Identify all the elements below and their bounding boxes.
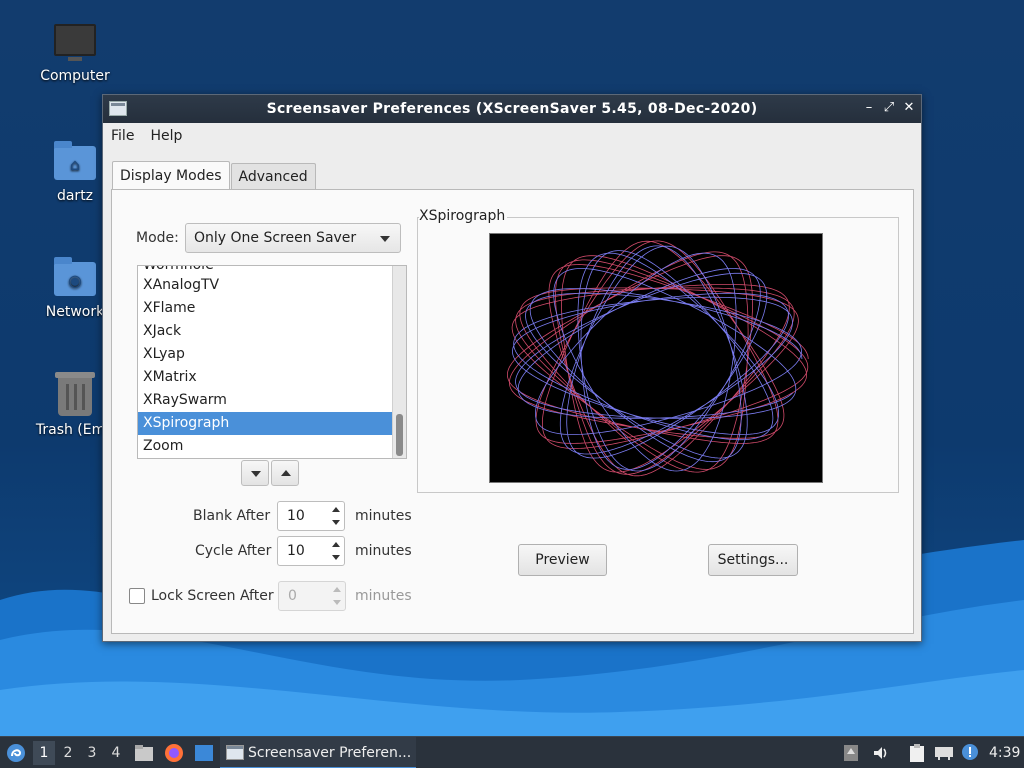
computer-icon: [54, 24, 96, 61]
workspace-4[interactable]: 4: [105, 741, 127, 765]
cycle-after-value: 10: [287, 543, 305, 559]
lock-after-unit: minutes: [355, 588, 412, 604]
window-title: Screensaver Preferences (XScreenSaver 5.…: [266, 101, 758, 117]
display-modes-panel: Mode: Only One Screen Saver Wormhole XAn…: [111, 189, 914, 634]
chevron-down-icon: [380, 236, 390, 242]
mode-dropdown-value: Only One Screen Saver: [194, 230, 357, 246]
move-down-button[interactable]: [241, 460, 269, 486]
tab-advanced[interactable]: Advanced: [230, 163, 316, 191]
maximize-button[interactable]: ⤢: [881, 100, 897, 116]
clipboard-icon[interactable]: [908, 743, 926, 763]
file-manager-icon[interactable]: [134, 743, 154, 763]
workspace-3[interactable]: 3: [81, 741, 103, 765]
blank-after-value: 10: [287, 508, 305, 524]
menu-file[interactable]: File: [111, 128, 134, 144]
taskbar-app-title: Screensaver Preferen...: [248, 745, 412, 761]
network-icon[interactable]: [934, 744, 954, 762]
window-titlebar[interactable]: Screensaver Preferences (XScreenSaver 5.…: [103, 95, 921, 123]
notification-icon[interactable]: [961, 743, 981, 763]
clock[interactable]: 4:39: [989, 737, 1020, 768]
preview-button[interactable]: Preview: [518, 544, 607, 576]
mode-dropdown[interactable]: Only One Screen Saver: [185, 223, 401, 253]
lock-screen-label: Lock Screen After: [151, 588, 274, 604]
spinner-arrows[interactable]: [328, 537, 344, 565]
list-item-selected[interactable]: XSpirograph: [138, 412, 392, 435]
tab-display-modes[interactable]: Display Modes: [112, 161, 230, 191]
menu-help[interactable]: Help: [150, 128, 182, 144]
list-item[interactable]: Zoom: [138, 435, 392, 458]
workspace-2[interactable]: 2: [57, 741, 79, 765]
move-up-button[interactable]: [271, 460, 299, 486]
workspace-1[interactable]: 1: [33, 741, 55, 765]
screensaver-list[interactable]: Wormhole XAnalogTV XFlame XJack XLyap XM…: [137, 265, 407, 459]
taskbar: 1 2 3 4 Screensaver Preferen... 4:39: [0, 736, 1024, 768]
list-scrollbar[interactable]: [392, 266, 406, 458]
taskbar-app-screensaver[interactable]: Screensaver Preferen...: [220, 737, 416, 768]
spinner-arrows[interactable]: [328, 502, 344, 530]
start-menu-icon[interactable]: [6, 743, 26, 763]
blank-after-spinner[interactable]: 10: [277, 501, 345, 531]
volume-icon[interactable]: [872, 744, 890, 762]
arrow-up-icon: [281, 470, 291, 476]
screensaver-preview: [489, 233, 823, 483]
lock-screen-checkbox[interactable]: [129, 588, 145, 604]
network-folder-icon: ◉: [54, 257, 96, 296]
close-button[interactable]: ✕: [901, 100, 917, 116]
blank-after-label: Blank After: [193, 508, 271, 524]
upload-icon[interactable]: [843, 744, 859, 762]
list-item[interactable]: XJack: [138, 320, 392, 343]
settings-button[interactable]: Settings...: [708, 544, 798, 576]
desktop-icon-label: Computer: [40, 68, 110, 84]
trash-icon: [55, 372, 95, 416]
home-folder-icon: ⌂: [54, 141, 96, 180]
minimize-button[interactable]: –: [861, 100, 877, 116]
lock-after-value: 0: [288, 588, 297, 604]
cycle-after-label: Cycle After: [195, 543, 272, 559]
preview-frame-label: XSpirograph: [419, 208, 508, 224]
list-item[interactable]: XMatrix: [138, 366, 392, 389]
cycle-after-spinner[interactable]: 10: [277, 536, 345, 566]
firefox-icon[interactable]: [164, 743, 184, 763]
list-item[interactable]: XAnalogTV: [138, 274, 392, 297]
list-item[interactable]: XFlame: [138, 297, 392, 320]
spinner-arrows: [329, 582, 345, 610]
list-item[interactable]: XRaySwarm: [138, 389, 392, 412]
menubar: File Help: [103, 123, 921, 149]
list-item[interactable]: XLyap: [138, 343, 392, 366]
arrow-down-icon: [251, 471, 261, 477]
show-desktop-icon[interactable]: [194, 744, 214, 762]
blank-after-unit: minutes: [355, 508, 412, 524]
lock-after-spinner[interactable]: 0: [278, 581, 346, 611]
mode-label: Mode:: [136, 230, 179, 246]
spirograph-graphic: [506, 240, 809, 477]
scrollbar-thumb[interactable]: [396, 414, 403, 456]
desktop-icon-computer[interactable]: Computer: [20, 24, 130, 84]
cycle-after-unit: minutes: [355, 543, 412, 559]
window-app-icon: [226, 745, 244, 760]
tab-bar: Display Modes Advanced: [112, 161, 317, 191]
screensaver-preferences-window: Screensaver Preferences (XScreenSaver 5.…: [102, 94, 922, 642]
